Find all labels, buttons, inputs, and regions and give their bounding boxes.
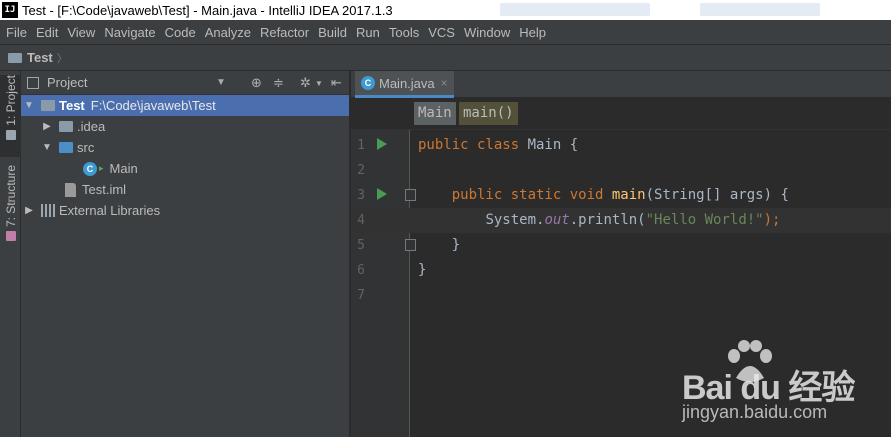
collapse-arrow-icon[interactable]: ▶	[41, 121, 53, 132]
menu-analyze[interactable]: Analyze	[205, 25, 251, 40]
code-line-3: 3 public static void main(String[] args)…	[351, 183, 891, 208]
tool-tab-structure-label: 7: Structure	[3, 165, 18, 228]
collapse-arrow-icon[interactable]: ▶	[23, 205, 35, 216]
hide-panel-icon[interactable]: ⇤	[331, 75, 342, 91]
folder-icon	[59, 121, 73, 132]
tree-node-label: Main	[109, 161, 138, 176]
menu-bar: File Edit View Navigate Code Analyze Ref…	[0, 20, 891, 44]
collapse-all-icon[interactable]: ≑	[273, 75, 284, 91]
menu-navigate[interactable]: Navigate	[104, 25, 155, 40]
project-view-icon	[27, 76, 39, 89]
line-number: 2	[357, 163, 365, 178]
project-tool-icon	[5, 129, 16, 140]
iml-file-icon	[65, 182, 76, 197]
run-method-icon[interactable]	[377, 188, 387, 200]
title-bar-decoration	[700, 3, 820, 16]
title-bar-decoration	[500, 3, 650, 16]
editor-breadcrumbs: Main main()	[351, 98, 891, 130]
structure-tool-icon	[5, 231, 16, 242]
java-class-icon: C	[83, 161, 97, 176]
tree-node-src[interactable]: ▼ src	[21, 137, 349, 158]
line-number: 4	[357, 213, 365, 228]
project-panel-title[interactable]: Project	[47, 75, 87, 90]
menu-view[interactable]: View	[67, 25, 95, 40]
menu-tools[interactable]: Tools	[389, 25, 419, 40]
source-folder-icon	[59, 142, 73, 153]
menu-vcs[interactable]: VCS	[428, 25, 455, 40]
code-line-4: 4 System.out.println("Hello World!");	[351, 208, 891, 233]
window-title: Test - [F:\Code\javaweb\Test] - Main.jav…	[22, 2, 393, 18]
menu-edit[interactable]: Edit	[36, 25, 58, 40]
line-number: 1	[357, 138, 365, 153]
line-number: 6	[357, 263, 365, 278]
code-text: System.out.println("Hello World!");	[485, 212, 781, 228]
view-dropdown-icon[interactable]: ▼	[216, 77, 226, 88]
code-line-2: 2	[351, 158, 891, 183]
tool-tab-project[interactable]: 1: Project	[0, 75, 21, 157]
tree-node-idea[interactable]: ▶ .idea	[21, 116, 349, 137]
fold-marker-icon[interactable]	[405, 239, 416, 251]
code-text: }	[418, 262, 427, 278]
tool-tab-project-label: 1: Project	[3, 75, 18, 126]
menu-build[interactable]: Build	[318, 25, 347, 40]
tree-node-label: src	[77, 140, 95, 155]
breadcrumb-class[interactable]: Main	[414, 102, 456, 125]
gear-icon[interactable]: ✲	[300, 75, 311, 91]
scroll-from-source-icon[interactable]: ⊕	[251, 75, 262, 91]
watermark-url: jingyan.baidu.com	[682, 402, 828, 422]
editor-tab-main-java[interactable]: C Main.java ×	[355, 71, 454, 98]
tree-node-test[interactable]: ▼ Test F:\Code\javaweb\Test	[21, 95, 349, 116]
intellij-app-icon: IJ	[2, 2, 18, 18]
tree-node-label: .idea	[77, 119, 106, 134]
line-number: 7	[357, 288, 365, 303]
tree-node-iml[interactable]: Test.iml	[21, 179, 349, 200]
tree-node-label: External Libraries	[59, 203, 161, 218]
menu-code[interactable]: Code	[165, 25, 196, 40]
breadcrumb-method[interactable]: main()	[459, 102, 518, 125]
line-number: 3	[357, 188, 365, 203]
code-text: public class Main {	[418, 137, 579, 153]
fold-marker-icon[interactable]	[405, 189, 416, 201]
runnable-badge-icon: ▸	[99, 163, 104, 173]
window-title-bar: IJ Test - [F:\Code\javaweb\Test] - Main.…	[0, 0, 891, 20]
code-line-7: 7	[351, 283, 891, 308]
menu-window[interactable]: Window	[464, 25, 510, 40]
code-text: public static void main(String[] args) {	[451, 187, 789, 203]
close-tab-icon[interactable]: ×	[441, 76, 448, 90]
run-class-icon[interactable]	[377, 138, 387, 150]
code-line-1: 1 public class Main {	[351, 133, 891, 158]
menu-help[interactable]: Help	[519, 25, 546, 40]
menu-file[interactable]: File	[6, 25, 27, 40]
tree-node-external-libraries[interactable]: ▶ External Libraries	[21, 200, 349, 221]
baidu-jingyan-watermark: Bai du 经验 jingyan.baidu.com	[682, 340, 882, 430]
nav-separator: 〉	[56, 52, 68, 65]
line-number: 5	[357, 238, 365, 253]
code-text: }	[418, 237, 461, 253]
menu-run[interactable]: Run	[356, 25, 380, 40]
left-tool-strip: 1: Project 7: Structure	[0, 71, 21, 437]
tree-node-label: Test	[59, 98, 85, 113]
java-class-icon: C	[361, 76, 375, 90]
editor-tab-bar: C Main.java ×	[351, 71, 891, 98]
code-line-6: 6 }	[351, 258, 891, 283]
project-folder-icon	[8, 52, 22, 63]
navigation-bar: Test 〉	[0, 44, 891, 71]
editor-tab-label: Main.java	[379, 75, 435, 91]
tree-node-label: Test.iml	[82, 182, 127, 197]
module-folder-icon	[41, 100, 55, 111]
expand-arrow-icon[interactable]: ▼	[41, 142, 53, 153]
code-line-5: 5 }	[351, 233, 891, 258]
nav-crumb-project[interactable]: Test	[27, 50, 53, 65]
menu-refactor[interactable]: Refactor	[260, 25, 309, 40]
gear-dropdown-icon[interactable]: ▼	[315, 79, 323, 88]
tree-node-main[interactable]: C ▸ Main	[21, 158, 349, 179]
tree-node-path: F:\Code\javaweb\Test	[90, 98, 216, 113]
tool-tab-structure[interactable]: 7: Structure	[0, 165, 21, 251]
project-tool-window: Project ▼ ⊕ ≑ ✲ ▼ ⇤ ▼ Test F:\Code\javaw…	[21, 71, 350, 437]
libraries-icon	[41, 204, 55, 217]
project-panel-header: Project ▼ ⊕ ≑ ✲ ▼ ⇤	[21, 71, 349, 95]
expand-arrow-icon[interactable]: ▼	[23, 100, 35, 111]
